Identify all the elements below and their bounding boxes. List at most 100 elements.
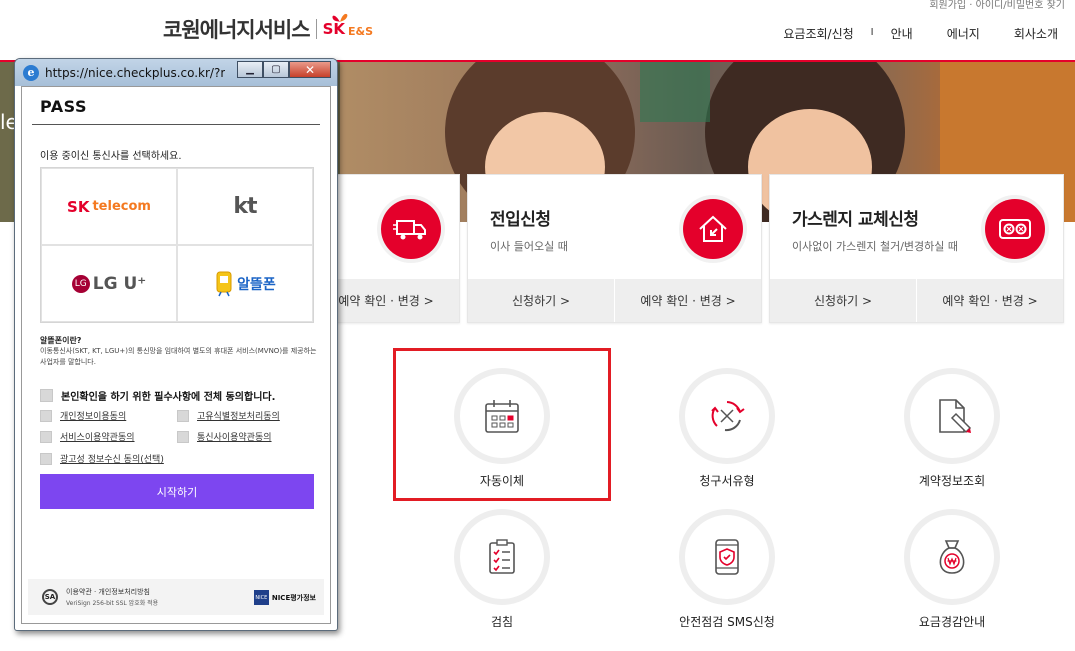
house-arrow-icon-svg	[699, 215, 727, 242]
kt-logo: kt	[233, 194, 257, 219]
reservation-button[interactable]: 예약 확인 · 변경 >	[916, 279, 1063, 322]
logo-divider	[315, 19, 317, 39]
checkbox[interactable]	[40, 452, 52, 465]
lgu-text: LG U⁺	[92, 273, 147, 294]
popup-url: https://nice.checkplus.co.kr/?m=...	[45, 65, 225, 80]
checkbox[interactable]	[177, 409, 189, 422]
nav-item-energy[interactable]: 에너지	[930, 25, 997, 42]
lgu-logo: LG LG U⁺	[71, 273, 147, 294]
agree-marketing[interactable]: 광고성 정보수신 동의(선택)	[40, 452, 164, 465]
gas-range-icon-svg	[999, 219, 1031, 239]
phone-shield-icon	[679, 509, 775, 605]
house-arrow-icon	[683, 199, 743, 259]
agree-personal-info[interactable]: 개인정보이용동의	[40, 409, 126, 422]
card-title: 가스렌지 교체신청	[792, 210, 919, 230]
ssl-note: VeriSign 256-bit SSL 암호화 적용	[66, 600, 159, 607]
reservation-button[interactable]: 예약 확인 · 변경 >	[614, 279, 761, 322]
close-button[interactable]: ✕	[289, 61, 331, 78]
apply-button[interactable]: 신청하기 >	[770, 279, 916, 322]
carrier-grid: SK telecom kt LG LG U⁺ 알뜰폰	[40, 167, 314, 323]
card-move-in: 전입신청 이사 들어오실 때 신청하기 > 예약 확인 · 변경 >	[467, 174, 762, 323]
money-bag-icon-svg	[939, 540, 965, 574]
card-desc: 이사없이 가스렌지 철거/변경하실 때	[792, 240, 958, 253]
apply-button[interactable]: 신청하기 >	[468, 279, 614, 322]
util-links[interactable]: 회원가입 · 아이디/비밀번호 찾기	[929, 0, 1065, 11]
page-root: 코원에너지서비스 SK E&S 회원가입 · 아이디/비밀번호 찾기 요금조회/…	[0, 0, 1075, 651]
agree-label[interactable]: 통신사이용약관동의	[197, 430, 272, 443]
refresh-cycle-icon	[679, 368, 775, 464]
highlight-box	[393, 348, 611, 501]
agree-label[interactable]: 개인정보이용동의	[60, 409, 126, 422]
agree-carrier-terms[interactable]: 통신사이용약관동의	[177, 430, 272, 443]
checkbox[interactable]	[40, 430, 52, 443]
agree-all-row[interactable]: 본인확인을 하기 위한 필수사항에 전체 동의합니다.	[40, 388, 275, 403]
quick-menu-label: 요금경감안내	[918, 615, 986, 629]
nav-item-company[interactable]: 회사소개	[997, 25, 1075, 42]
carrier-skt[interactable]: SK telecom	[41, 168, 177, 245]
sk-butterfly-icon	[332, 13, 347, 22]
agree-unique-id[interactable]: 고유식별정보처리동의	[177, 409, 280, 422]
document-pen-icon-svg	[939, 399, 972, 434]
quick-menu-safety-sms[interactable]: 안전점검 SMS신청	[647, 509, 807, 630]
lg-face-icon: LG	[71, 274, 90, 293]
nav-item-bill[interactable]: 요금조회/신청	[766, 25, 870, 42]
window-controls: ▁ ▢ ✕	[237, 61, 331, 78]
carrier-prompt: 이용 중이신 통신사를 선택하세요.	[40, 151, 182, 162]
ie-icon: e	[23, 64, 39, 81]
quick-menu-contract-info[interactable]: 계약정보조회	[872, 368, 1032, 489]
checkbox[interactable]	[40, 409, 52, 422]
mvno-text: 알뜰폰	[237, 276, 276, 293]
nav-item-guide[interactable]: 안내	[874, 25, 930, 42]
truck-icon	[381, 199, 441, 259]
logo-sk: SK	[323, 13, 347, 38]
start-button[interactable]: 시작하기	[40, 474, 314, 509]
mvno-logo: 알뜰폰	[214, 271, 276, 297]
money-bag-icon	[904, 509, 1000, 605]
skt-telecom: telecom	[92, 199, 151, 214]
divider	[32, 124, 320, 125]
refresh-cycle-icon-svg	[711, 401, 745, 432]
main-nav: 요금조회/신청 I 안내 에너지 회사소개	[766, 25, 1075, 42]
carrier-kt[interactable]: kt	[177, 168, 313, 245]
card-title: 전입신청	[490, 210, 551, 230]
pass-logo: PASS	[40, 97, 87, 116]
skt-sk: SK	[67, 197, 90, 216]
card-footer: 신청하기 > 예약 확인 · 변경 >	[468, 279, 761, 322]
card-footer: 신청하기 > 예약 확인 · 변경 >	[770, 279, 1063, 322]
popup-footer: SA 이용약관 · 개인정보처리방침 VeriSign 256-bit SSL …	[28, 579, 324, 615]
site-logo[interactable]: 코원에너지서비스 SK E&S	[163, 13, 374, 44]
gas-range-icon	[985, 199, 1045, 259]
agree-all-label: 본인확인을 하기 위한 필수사항에 전체 동의합니다.	[61, 392, 276, 403]
checkbox[interactable]	[177, 430, 189, 443]
mvno-title: 알뜰폰이란?	[40, 336, 82, 345]
phone-character-icon	[216, 271, 232, 296]
phone-shield-icon-svg	[715, 539, 739, 575]
sa-badge-icon: SA	[42, 589, 58, 605]
agree-service-terms[interactable]: 서비스이용약관동의	[40, 430, 135, 443]
quick-menu-label: 청구서유형	[699, 474, 755, 488]
footer-links[interactable]: 이용약관 · 개인정보처리방침	[66, 587, 150, 597]
quick-menu-label: 안전점검 SMS신청	[679, 615, 775, 629]
quick-menu-bill-type[interactable]: 청구서유형	[647, 368, 807, 489]
agree-all-checkbox[interactable]	[40, 389, 53, 402]
maximize-button[interactable]: ▢	[263, 61, 289, 78]
quick-menu-meter-reading[interactable]: 검침	[422, 509, 582, 630]
logo-es: E&S	[348, 24, 374, 38]
agree-label[interactable]: 서비스이용약관동의	[60, 430, 135, 443]
checklist-icon	[454, 509, 550, 605]
checklist-icon-svg	[489, 539, 515, 574]
agree-label[interactable]: 광고성 정보수신 동의(선택)	[60, 452, 164, 465]
logo-text: 코원에너지서비스	[163, 18, 311, 42]
pass-popup-window: e https://nice.checkplus.co.kr/?m=... ▁ …	[14, 58, 338, 631]
window-titlebar[interactable]: e https://nice.checkplus.co.kr/?m=... ▁ …	[15, 59, 337, 86]
card-desc: 이사 들어오실 때	[490, 240, 568, 253]
quick-menu-label: 계약정보조회	[918, 474, 986, 488]
agree-label[interactable]: 고유식별정보처리동의	[197, 409, 280, 422]
carrier-mvno[interactable]: 알뜰폰	[177, 245, 313, 322]
skt-logo: SK telecom	[67, 198, 151, 216]
carrier-lgu[interactable]: LG LG U⁺	[41, 245, 177, 322]
quick-menu-rate-reduction[interactable]: 요금경감안내	[872, 509, 1032, 630]
minimize-button[interactable]: ▁	[237, 61, 263, 78]
card-gas-range: 가스렌지 교체신청 이사없이 가스렌지 철거/변경하실 때 신청하기 > 예약 …	[769, 174, 1064, 323]
quick-menu-label: 검침	[490, 615, 514, 629]
